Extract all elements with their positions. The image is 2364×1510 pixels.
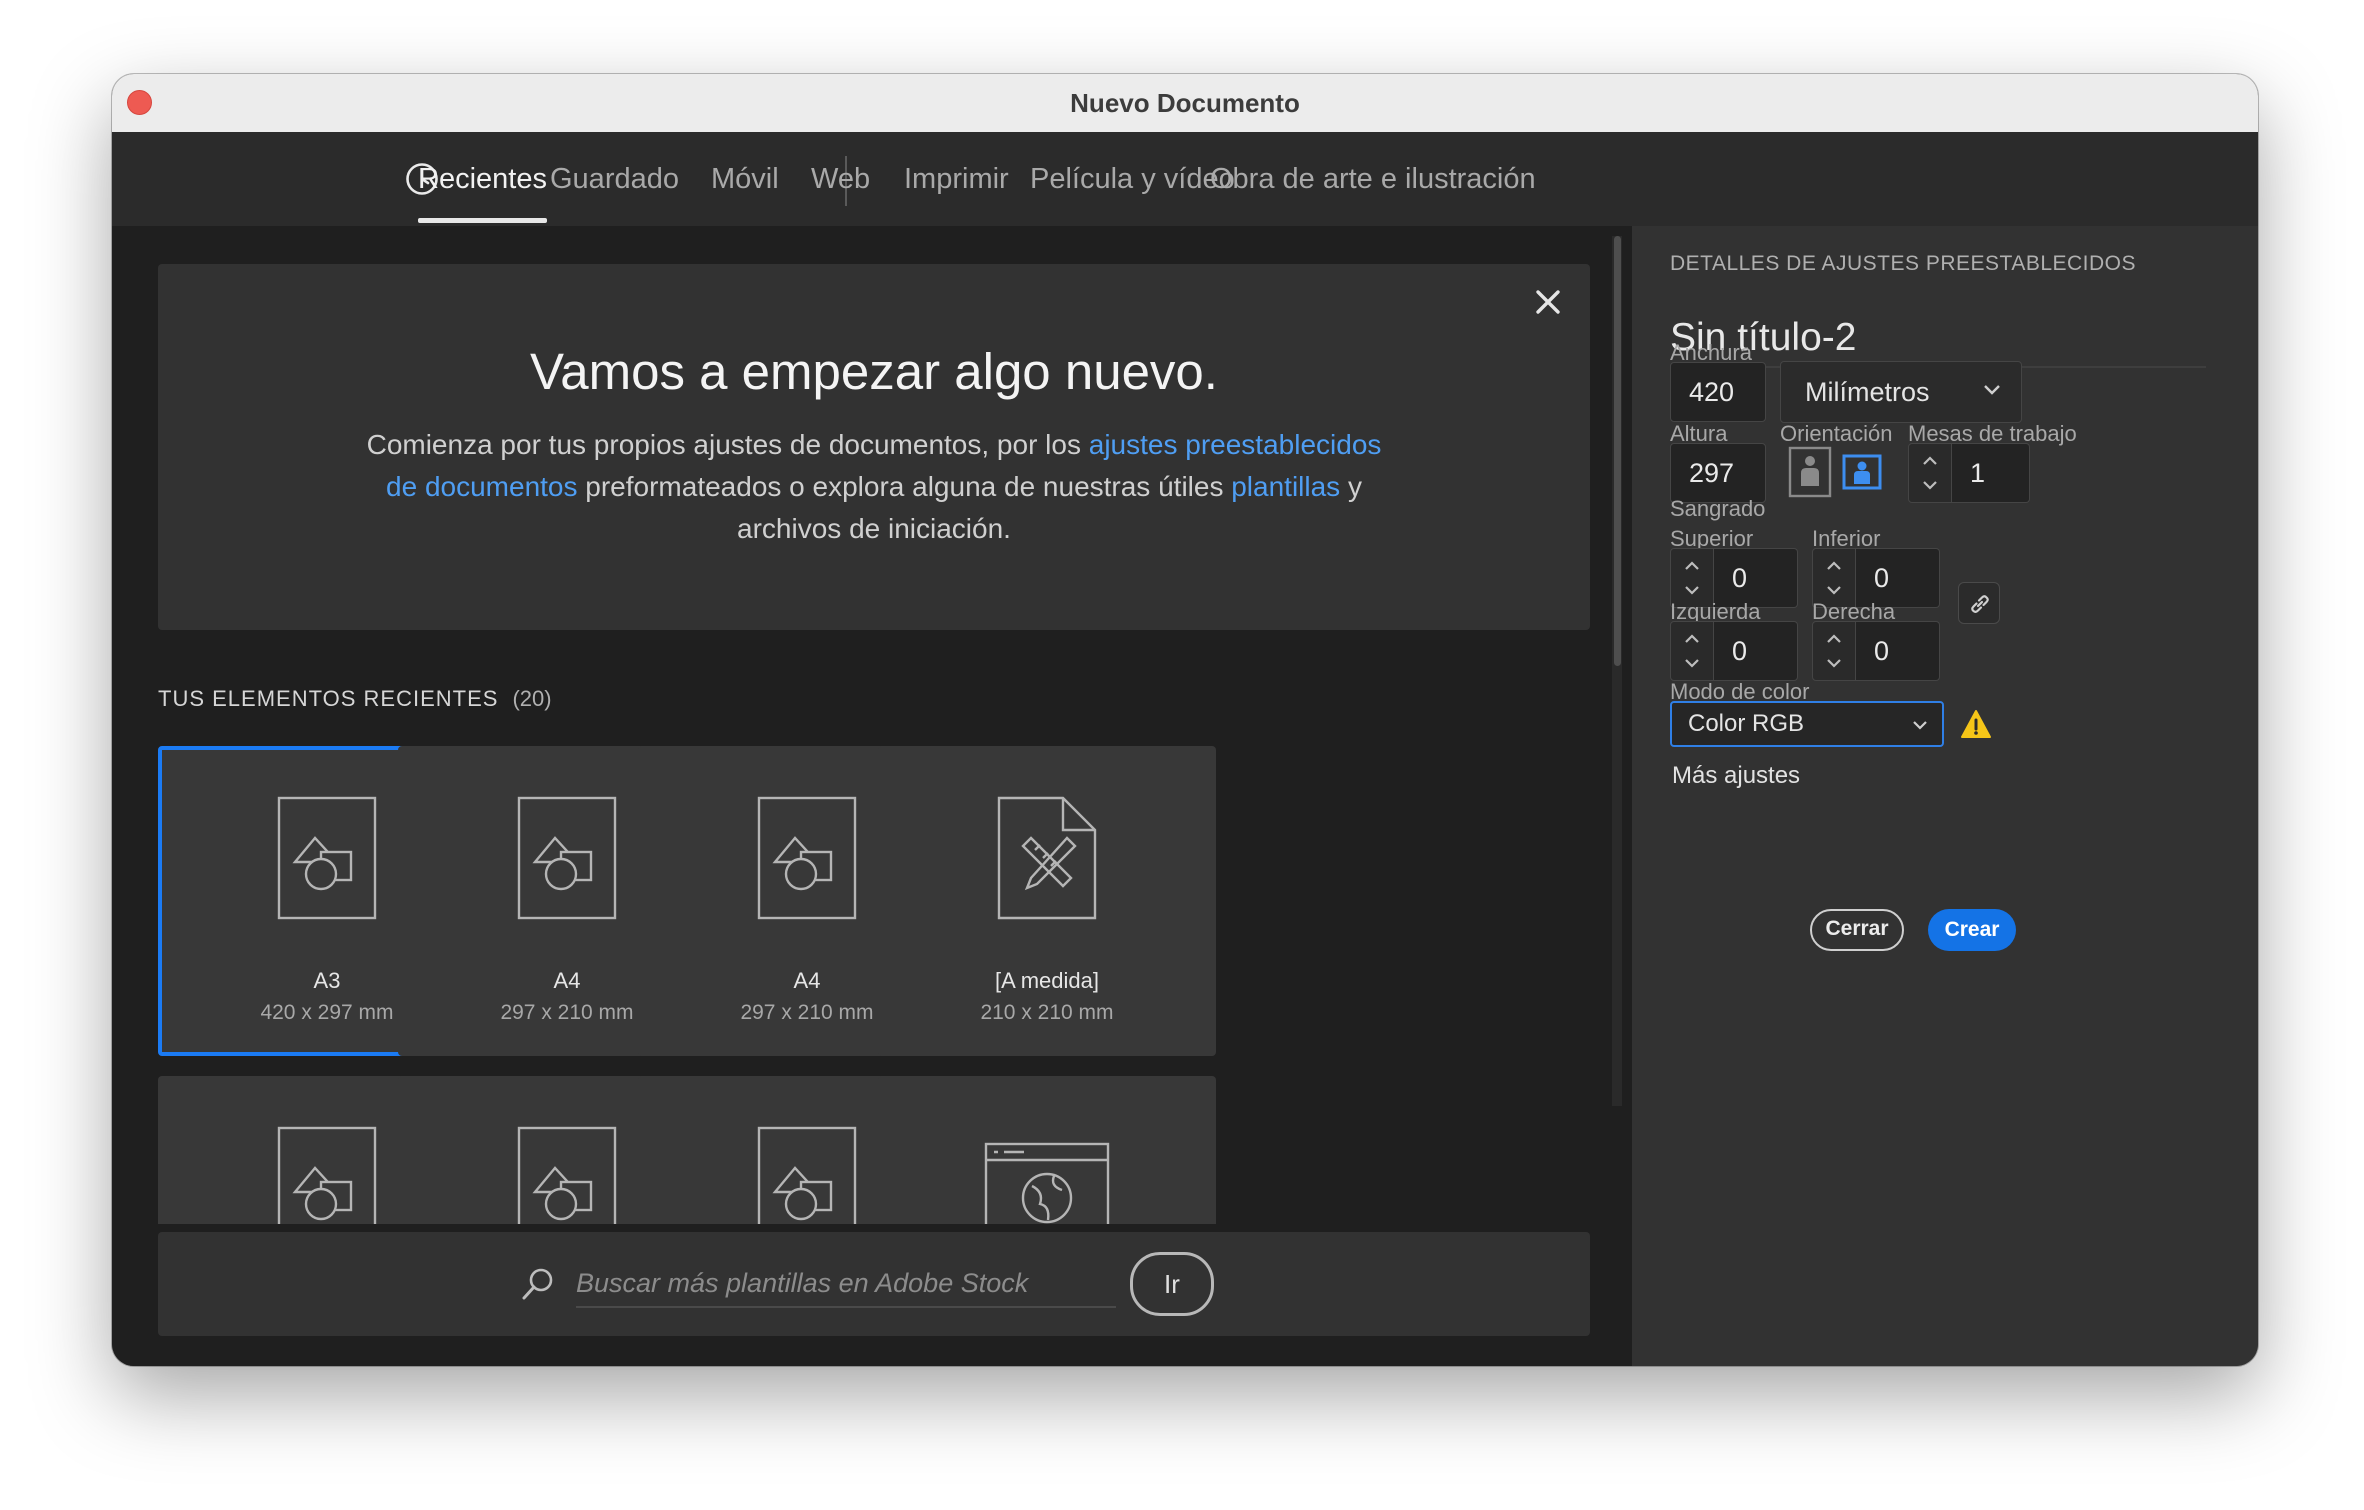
welcome-description: Comienza por tus propios ajustes de docu… — [358, 424, 1390, 550]
recent-item-size: 210 x 210 mm — [980, 1001, 1114, 1024]
orientation-label: Orientación — [1780, 421, 1893, 446]
scrollbar-thumb[interactable] — [1614, 236, 1621, 666]
bleed-right-stepper[interactable] — [1812, 621, 1856, 681]
shapes-document-icon — [517, 796, 617, 920]
details-header: DETALLES DE AJUSTES PREESTABLECIDOS — [1670, 252, 2137, 275]
welcome-text-part: preformateados o explora alguna de nuest… — [577, 471, 1232, 502]
link-bleed-button[interactable] — [1958, 582, 2000, 624]
new-document-window: Nuevo Documento Recientes Guardado Móvil… — [112, 74, 2258, 1366]
tab-movil[interactable]: Móvil — [711, 132, 779, 226]
stepper-arrows-icon — [1827, 561, 1841, 595]
create-button[interactable]: Crear — [1928, 909, 2016, 951]
artboards-stepper[interactable] — [1908, 443, 1952, 503]
units-dropdown[interactable]: Milímetros — [1780, 361, 2022, 423]
stepper-arrows-icon — [1685, 634, 1699, 668]
color-mode-dropdown[interactable]: Color RGB — [1670, 701, 1944, 747]
recent-items-label: TUS ELEMENTOS RECIENTES — [158, 686, 499, 711]
recent-documents-panel: Vamos a empezar algo nuevo. Comienza por… — [112, 226, 1632, 1366]
window-title: Nuevo Documento — [1070, 88, 1300, 118]
recent-item-card[interactable]: [A medida] 210 x 210 mm — [878, 746, 1216, 1056]
bleed-left-stepper[interactable] — [1670, 621, 1714, 681]
search-input[interactable]: Buscar más plantillas en Adobe Stock — [576, 1262, 1116, 1308]
color-mode-value: Color RGB — [1688, 710, 1805, 737]
tab-pelicula-video[interactable]: Película y vídeo — [1030, 132, 1235, 226]
tab-guardado[interactable]: Guardado — [550, 132, 679, 226]
recent-item-name: [A medida] — [995, 968, 1099, 993]
artboards-field[interactable]: 1 — [1952, 443, 2030, 503]
tab-obra-de-arte[interactable]: Obra de arte e ilustración — [1210, 132, 1536, 226]
shapes-document-icon — [757, 796, 857, 920]
recent-items-grid: A3 420 x 297 mm A4 297 x 210 mm A4 297 x… — [158, 746, 1598, 1224]
bleed-label: Sangrado — [1670, 496, 1766, 521]
recent-items-heading: TUS ELEMENTOS RECIENTES (20) — [158, 686, 552, 712]
web-document-icon — [984, 1142, 1110, 1224]
landscape-orientation-icon[interactable] — [1842, 448, 1882, 496]
shapes-document-icon — [277, 796, 377, 920]
close-button[interactable]: Cerrar — [1810, 909, 1904, 951]
pencil-ruler-document-icon — [997, 796, 1097, 920]
stepper-arrows-icon — [1827, 634, 1841, 668]
close-icon[interactable] — [1532, 286, 1564, 318]
bleed-right-field[interactable]: 0 — [1856, 621, 1940, 681]
recent-item-card[interactable] — [878, 1076, 1216, 1224]
units-value: Milímetros — [1805, 377, 1930, 407]
recent-items-count: (20) — [512, 686, 552, 711]
chevron-down-icon — [1913, 721, 1927, 730]
templates-link[interactable]: plantillas — [1231, 471, 1340, 502]
more-settings-link[interactable]: Más ajustes — [1672, 762, 1800, 790]
search-go-button[interactable]: Ir — [1130, 1252, 1214, 1316]
welcome-title: Vamos a empezar algo nuevo. — [530, 343, 1218, 400]
link-icon — [1971, 595, 1989, 613]
chevron-down-icon — [1984, 385, 2000, 395]
welcome-text-part: Comienza por tus propios ajustes de docu… — [366, 429, 1089, 460]
tab-imprimir[interactable]: Imprimir — [904, 132, 1009, 226]
title-bar: Nuevo Documento — [112, 74, 2258, 133]
stepper-arrows-icon — [1923, 456, 1937, 490]
category-tab-bar: Recientes Guardado Móvil Web Imprimir Pe… — [112, 132, 2258, 226]
template-search-bar: Buscar más plantillas en Adobe Stock Ir — [158, 1232, 1590, 1336]
preset-details-panel: DETALLES DE AJUSTES PREESTABLECIDOS Sin … — [1632, 226, 2258, 1366]
shapes-document-icon — [757, 1126, 857, 1224]
search-icon — [522, 1268, 553, 1300]
portrait-orientation-icon[interactable] — [1788, 446, 1832, 498]
width-field[interactable]: 420 — [1670, 362, 1766, 422]
shapes-document-icon — [277, 1126, 377, 1224]
height-field[interactable]: 297 — [1670, 443, 1766, 503]
tab-recientes[interactable]: Recientes — [418, 132, 547, 226]
welcome-banner: Vamos a empezar algo nuevo. Comienza por… — [158, 264, 1590, 630]
shapes-document-icon — [517, 1126, 617, 1224]
bleed-left-field[interactable]: 0 — [1714, 621, 1798, 681]
stepper-arrows-icon — [1685, 561, 1699, 595]
warning-icon — [1961, 710, 1991, 738]
tab-web[interactable]: Web — [811, 132, 870, 226]
